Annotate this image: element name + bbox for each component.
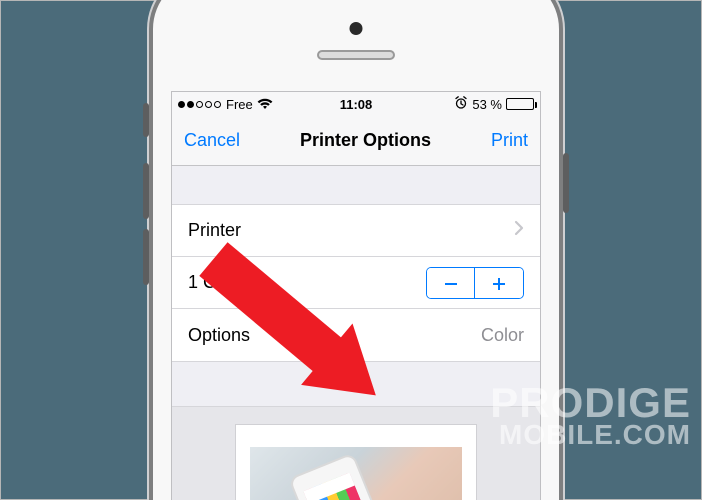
options-list: Printer 1 Copy xyxy=(172,204,540,362)
power-button xyxy=(563,153,569,213)
mute-switch xyxy=(143,103,149,137)
options-label: Options xyxy=(188,325,250,346)
copies-stepper xyxy=(426,267,524,299)
wifi-icon xyxy=(257,98,273,110)
volume-up-button xyxy=(143,163,149,219)
printer-row[interactable]: Printer xyxy=(172,205,540,257)
nav-bar: Cancel Printer Options Print xyxy=(172,116,540,166)
plus-icon xyxy=(491,276,507,292)
options-value: Color xyxy=(481,325,524,346)
copies-increment-button[interactable] xyxy=(475,268,523,299)
spacer xyxy=(172,166,540,204)
clock-label: 11:08 xyxy=(340,97,373,112)
page-title: Printer Options xyxy=(300,130,431,151)
options-row[interactable]: Options Color xyxy=(172,309,540,361)
phone-speaker xyxy=(317,50,395,60)
battery-percent-label: 53 % xyxy=(472,97,502,112)
carrier-label: Free xyxy=(226,97,253,112)
print-preview-area xyxy=(172,406,540,500)
screenshot-frame: Free 11:08 53 % Cancel Printer Options P… xyxy=(0,0,702,500)
battery-icon xyxy=(506,98,534,110)
cancel-button[interactable]: Cancel xyxy=(184,130,240,151)
copies-decrement-button[interactable] xyxy=(427,268,475,299)
print-button[interactable]: Print xyxy=(491,130,528,151)
preview-page[interactable] xyxy=(236,425,476,500)
status-bar: Free 11:08 53 % xyxy=(172,92,540,116)
chevron-right-icon xyxy=(514,220,524,241)
volume-down-button xyxy=(143,229,149,285)
alarm-icon xyxy=(454,96,468,112)
phone-body: Free 11:08 53 % Cancel Printer Options P… xyxy=(149,0,563,500)
copies-row: 1 Copy xyxy=(172,257,540,309)
preview-image xyxy=(250,447,462,500)
copies-label: 1 Copy xyxy=(188,272,245,293)
signal-strength-icon xyxy=(178,101,221,108)
printer-label: Printer xyxy=(188,220,241,241)
phone-screen: Free 11:08 53 % Cancel Printer Options P… xyxy=(171,91,541,500)
minus-icon xyxy=(443,276,459,292)
